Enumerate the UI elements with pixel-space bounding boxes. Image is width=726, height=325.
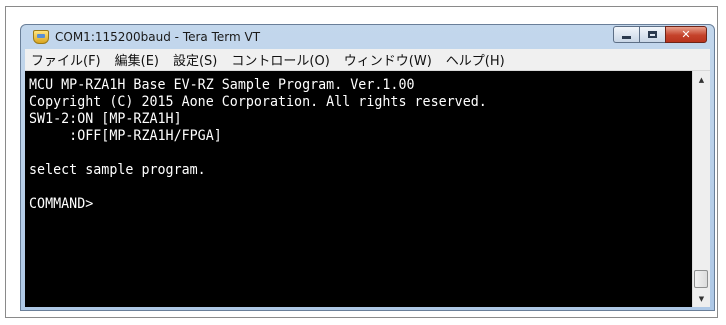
terminal-output[interactable]: MCU MP-RZA1H Base EV-RZ Sample Program. … bbox=[25, 71, 692, 307]
menu-window[interactable]: ウィンドウ(W) bbox=[337, 50, 439, 69]
menu-help[interactable]: ヘルプ(H) bbox=[439, 50, 512, 69]
menu-setup[interactable]: 設定(S) bbox=[166, 50, 224, 69]
close-icon: ✕ bbox=[681, 28, 691, 41]
terminal-command-prompt: COMMAND> bbox=[29, 196, 94, 212]
menu-control[interactable]: コントロール(O) bbox=[224, 50, 336, 69]
scroll-up-icon[interactable]: ▲ bbox=[693, 71, 710, 88]
close-button[interactable]: ✕ bbox=[665, 26, 707, 43]
scroll-down-icon[interactable]: ▼ bbox=[693, 290, 710, 307]
title-bar[interactable]: COM1:115200baud - Tera Term VT ✕ bbox=[21, 25, 714, 49]
minimize-icon bbox=[622, 35, 631, 39]
caption-buttons: ✕ bbox=[613, 26, 707, 43]
terminal-line-sw-off: :OFF[MP-RZA1H/FPGA] bbox=[29, 128, 222, 144]
scroll-thumb[interactable] bbox=[694, 270, 708, 288]
teraterm-window: COM1:115200baud - Tera Term VT ✕ ファイル(F)… bbox=[20, 24, 715, 311]
maximize-button[interactable] bbox=[639, 26, 665, 43]
terminal-line-copyright: Copyright (C) 2015 Aone Corporation. All… bbox=[29, 94, 487, 110]
terminal-line-banner: MCU MP-RZA1H Base EV-RZ Sample Program. … bbox=[29, 77, 415, 93]
teraterm-app-icon[interactable] bbox=[33, 30, 49, 44]
maximize-icon bbox=[648, 31, 657, 38]
minimize-button[interactable] bbox=[613, 26, 639, 43]
menu-file[interactable]: ファイル(F) bbox=[25, 50, 108, 69]
menu-bar: ファイル(F) 編集(E) 設定(S) コントロール(O) ウィンドウ(W) ヘ… bbox=[25, 49, 710, 71]
window-title: COM1:115200baud - Tera Term VT bbox=[55, 30, 261, 44]
vertical-scrollbar[interactable]: ▲ ▼ bbox=[692, 71, 710, 307]
terminal-line-select: select sample program. bbox=[29, 162, 206, 178]
menu-edit[interactable]: 編集(E) bbox=[108, 50, 166, 69]
terminal-line-sw-on: SW1-2:ON [MP-RZA1H] bbox=[29, 111, 182, 127]
